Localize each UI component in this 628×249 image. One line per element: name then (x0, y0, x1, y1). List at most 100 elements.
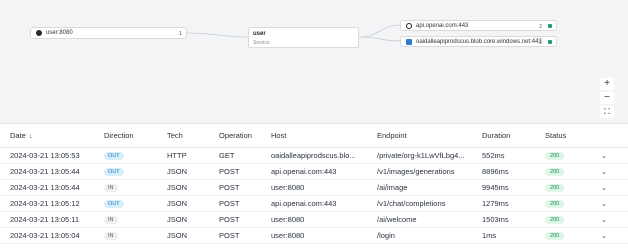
cell-host: user:8080 (261, 227, 367, 244)
direction-badge: IN (104, 232, 118, 240)
status-badge: 200 (545, 200, 565, 208)
cell-direction: IN (94, 227, 157, 244)
service-graph: user:8080 1 user Service api.openai.com:… (0, 0, 628, 124)
table-row[interactable]: 2024-03-21 13:05:11 IN JSON POST user:8080/a… (0, 211, 628, 228)
node-service-title: user (253, 31, 266, 37)
cell-duration: 8896ms (472, 163, 535, 180)
calls-table: Date ↓ Direction Tech Operation Host Endp… (0, 124, 628, 244)
cell-endpoint: /ai/welcome (367, 211, 472, 228)
column-operation[interactable]: Operation (209, 124, 261, 148)
cell-direction: OUT (94, 147, 157, 164)
node-target-openai[interactable]: api.openai.com:443 2 (400, 20, 557, 31)
openai-icon (406, 22, 412, 29)
cell-status: 200 (535, 211, 591, 228)
node-service-subtitle: Service (253, 40, 270, 46)
sort-down-icon[interactable]: ↓ (29, 133, 33, 140)
node-client-label: user:8080 (46, 30, 73, 36)
cell-operation: POST (209, 211, 261, 228)
cell-endpoint: /private/org-k1LwVfLbg4... (367, 147, 472, 164)
node-target-count: 2 (539, 24, 542, 30)
cell-endpoint: /v1/images/generations (367, 163, 472, 180)
cell-direction: IN (94, 211, 157, 228)
status-badge: 200 (545, 216, 565, 224)
cell-operation: POST (209, 179, 261, 196)
cell-date: 2024-03-21 13:05:11 (0, 211, 94, 228)
cell-expand[interactable]: ⌄ (591, 163, 628, 180)
cell-expand[interactable]: ⌄ (591, 211, 628, 228)
status-badge: 200 (545, 232, 565, 240)
direction-badge: OUT (104, 200, 124, 208)
cell-host: user:8080 (261, 179, 367, 196)
table-row[interactable]: 2024-03-21 13:05:04 IN JSON POST user:8080/l… (0, 227, 628, 244)
direction-badge: IN (104, 184, 118, 192)
cell-duration: 1279ms (472, 195, 535, 212)
cell-tech: JSON (157, 211, 209, 228)
node-target-count: 1 (539, 40, 542, 46)
cell-direction: OUT (94, 163, 157, 180)
node-target-label: oaidalleapiprodscus.blob.core.windows.ne… (416, 38, 542, 45)
direction-badge: OUT (104, 152, 124, 160)
direction-badge: IN (104, 216, 118, 224)
cell-duration: 1ms (472, 227, 535, 244)
cell-direction: OUT (94, 195, 157, 212)
direction-badge: OUT (104, 168, 124, 176)
cell-expand[interactable]: ⌄ (591, 179, 628, 196)
status-ok-icon (548, 40, 552, 44)
node-service[interactable]: user Service (248, 27, 359, 48)
chevron-down-icon[interactable]: ⌄ (601, 217, 607, 224)
table-row[interactable]: 2024-03-21 13:05:44 OUT JSON POST api.openai… (0, 163, 628, 180)
cell-expand[interactable]: ⌄ (591, 195, 628, 212)
node-client[interactable]: user:8080 1 (30, 27, 187, 39)
column-direction[interactable]: Direction (94, 124, 157, 148)
cell-duration: 552ms (472, 147, 535, 164)
cell-date: 2024-03-21 13:05:04 (0, 227, 94, 244)
edge-service-azure (358, 36, 401, 42)
status-badge: 200 (545, 168, 565, 176)
table-header: Date ↓ Direction Tech Operation Host Endp… (0, 124, 628, 148)
column-tech[interactable]: Tech (157, 124, 209, 148)
chevron-down-icon[interactable]: ⌄ (601, 201, 607, 208)
cell-expand[interactable]: ⌄ (591, 147, 628, 164)
chevron-down-icon[interactable]: ⌄ (601, 169, 607, 176)
table-row[interactable]: 2024-03-21 13:05:53 OUT HTTP GET oaidalleapi… (0, 147, 628, 164)
cell-host: oaidalleapiprodscus.blo... (261, 147, 367, 164)
cell-status: 200 (535, 163, 591, 180)
column-status[interactable]: Status (535, 124, 591, 148)
zoom-in-button[interactable]: + (600, 78, 614, 90)
status-ok-icon (548, 24, 552, 28)
column-host[interactable]: Host (261, 124, 367, 148)
zoom-out-button[interactable]: − (600, 92, 614, 104)
column-label: Date (10, 130, 26, 140)
column-date[interactable]: Date ↓ (0, 124, 94, 148)
cell-endpoint: /v1/chat/completions (367, 195, 472, 212)
column-duration[interactable]: Duration (472, 124, 535, 148)
cell-duration: 9945ms (472, 179, 535, 196)
cell-tech: JSON (157, 163, 209, 180)
graph-edges (186, 24, 401, 42)
cell-endpoint: /ai/image (367, 179, 472, 196)
cell-tech: HTTP (157, 147, 209, 164)
table-row[interactable]: 2024-03-21 13:05:44 IN JSON POST user:8080/a… (0, 179, 628, 196)
cell-duration: 1503ms (472, 211, 535, 228)
node-client-count: 1 (179, 31, 182, 37)
cell-direction: IN (94, 179, 157, 196)
chevron-down-icon[interactable]: ⌄ (601, 185, 607, 192)
table-row[interactable]: 2024-03-21 13:05:12 OUT JSON POST api.openai… (0, 195, 628, 212)
node-target-azure[interactable]: oaidalleapiprodscus.blob.core.windows.ne… (400, 36, 557, 47)
edge-client-service (186, 32, 249, 38)
cell-operation: POST (209, 227, 261, 244)
chevron-down-icon[interactable]: ⌄ (601, 153, 607, 160)
column-endpoint[interactable]: Endpoint (367, 124, 472, 148)
cell-host: user:8080 (261, 211, 367, 228)
node-target-label: api.openai.com:443 (416, 22, 469, 29)
cell-operation: POST (209, 163, 261, 180)
cell-tech: JSON (157, 227, 209, 244)
fit-view-button[interactable]: ⛶ (600, 106, 614, 118)
chevron-down-icon[interactable]: ⌄ (601, 233, 607, 240)
cell-date: 2024-03-21 13:05:44 (0, 163, 94, 180)
status-badge: 200 (545, 152, 565, 160)
cell-expand[interactable]: ⌄ (591, 227, 628, 244)
cell-tech: JSON (157, 179, 209, 196)
cell-host: api.openai.com:443 (261, 195, 367, 212)
cell-operation: GET (209, 147, 261, 164)
